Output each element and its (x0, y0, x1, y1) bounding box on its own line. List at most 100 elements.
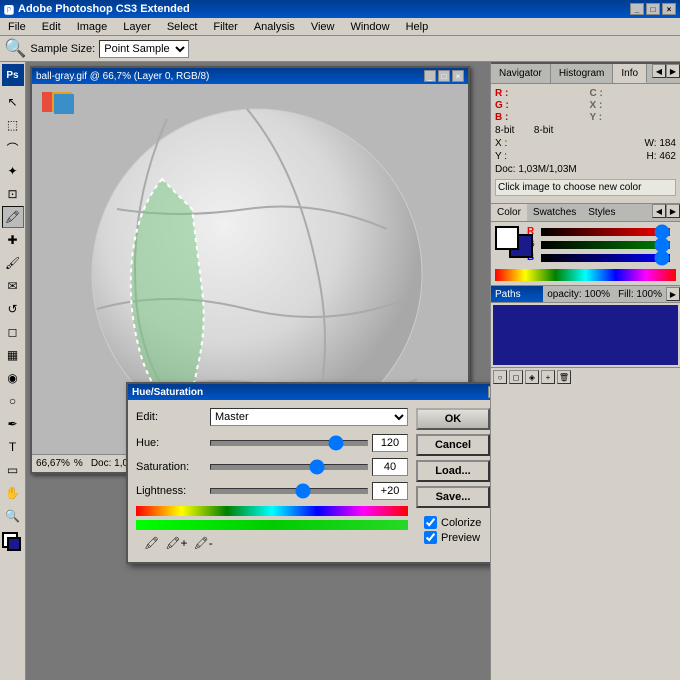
color-panel-scroll-left[interactable]: ◀ (652, 204, 666, 218)
cancel-button[interactable]: Cancel (416, 434, 490, 456)
dialog-right-panel: OK Cancel Load... Save... Colorize Previ… (416, 408, 490, 554)
left-toolbar: Ps ↖ ⬚ ⌒ ✦ ⊡ 🖍 ✚ 🖌 ✉ ↺ ◻ ▦ ◉ ○ ✒ T ▭ ✋ 🔍 (0, 62, 26, 680)
lightness-value[interactable]: +20 (372, 482, 408, 500)
move-tool[interactable]: ↖ (2, 91, 24, 113)
hue-value[interactable]: 120 (372, 434, 408, 452)
hue-slider[interactable] (210, 440, 368, 446)
lasso-tool[interactable]: ⌒ (2, 137, 24, 159)
path-btn-4[interactable]: + (541, 370, 555, 384)
brush-tool[interactable]: 🖌 (2, 252, 24, 274)
zoom-tool[interactable]: 🔍 (2, 505, 24, 527)
path-btn-3[interactable]: ◈ (525, 370, 539, 384)
hand-tool[interactable]: ✋ (2, 482, 24, 504)
tab-styles[interactable]: Styles (582, 204, 621, 221)
r-slider[interactable] (541, 228, 670, 236)
fg-color[interactable] (2, 532, 24, 554)
eyedropper-icon[interactable]: 🖍 (144, 536, 159, 550)
blur-tool[interactable]: ◉ (2, 367, 24, 389)
dialog-close-button[interactable]: × (488, 386, 490, 398)
g-slider-row: G 255 (527, 239, 680, 250)
menu-edit[interactable]: Edit (38, 21, 65, 33)
hue-saturation-dialog: Hue/Saturation × Edit: Master Hue: (126, 382, 490, 564)
dodge-tool[interactable]: ○ (2, 390, 24, 412)
path-btn-1[interactable]: ○ (493, 370, 507, 384)
edit-select[interactable]: Master (210, 408, 408, 426)
paths-content[interactable] (493, 305, 678, 365)
paths-bottom-controls: ○ ◻ ◈ + 🗑 (491, 367, 680, 386)
eyedropper-minus-icon[interactable]: 🖍- (193, 536, 212, 550)
text-tool[interactable]: T (2, 436, 24, 458)
healing-tool[interactable]: ✚ (2, 229, 24, 251)
tab-histogram[interactable]: Histogram (551, 64, 614, 83)
panel-scroll-left[interactable]: ◀ (652, 64, 666, 78)
menu-layer[interactable]: Layer (119, 21, 155, 33)
zoom-level: 66,67% (36, 458, 70, 469)
b-slider[interactable] (541, 254, 670, 262)
info-message: Click image to choose new color (495, 179, 676, 196)
path-btn-5[interactable]: 🗑 (557, 370, 571, 384)
right-panels: Navigator Histogram Info ◀ ▶ R : G : B :… (490, 62, 680, 680)
menu-analysis[interactable]: Analysis (250, 21, 299, 33)
tab-color[interactable]: Color (491, 204, 527, 221)
preview-checkbox[interactable] (424, 531, 437, 544)
menu-help[interactable]: Help (402, 21, 433, 33)
app-title: Adobe Photoshop CS3 Extended (18, 3, 190, 15)
tab-navigator[interactable]: Navigator (491, 64, 551, 83)
pen-tool[interactable]: ✒ (2, 413, 24, 435)
lightness-slider[interactable] (210, 488, 368, 494)
eraser-tool[interactable]: ◻ (2, 321, 24, 343)
lightness-label: Lightness: (136, 485, 206, 497)
menu-view[interactable]: View (307, 21, 339, 33)
saturation-slider[interactable] (210, 464, 368, 470)
save-button[interactable]: Save... (416, 486, 490, 508)
color-spectrum[interactable] (495, 269, 676, 281)
minimize-button[interactable]: _ (630, 3, 644, 15)
menu-image[interactable]: Image (73, 21, 112, 33)
eyedropper-tool[interactable]: 🖍 (2, 206, 24, 228)
sample-size-select[interactable]: Point Sample (99, 40, 189, 58)
path-btn-2[interactable]: ◻ (509, 370, 523, 384)
cy-label: Y : (590, 112, 677, 123)
options-icon: 🔍 (4, 38, 26, 59)
paths-scroll[interactable]: ▶ (666, 287, 680, 301)
menu-filter[interactable]: Filter (209, 21, 241, 33)
fill-value[interactable]: 100% (636, 289, 662, 300)
saturation-value[interactable]: 40 (372, 458, 408, 476)
color-panel-scroll-right[interactable]: ▶ (666, 204, 680, 218)
menu-select[interactable]: Select (163, 21, 202, 33)
doc-close[interactable]: × (452, 70, 464, 82)
load-button[interactable]: Load... (416, 460, 490, 482)
g-slider[interactable] (541, 241, 670, 249)
opacity-value[interactable]: 100% (585, 289, 611, 300)
shape-tool[interactable]: ▭ (2, 459, 24, 481)
tab-info[interactable]: Info (613, 64, 647, 83)
hue-label: Hue: (136, 437, 206, 449)
dialog-title: Hue/Saturation (132, 387, 203, 398)
doc-maximize[interactable]: □ (438, 70, 450, 82)
eyedropper-plus-icon[interactable]: 🖍+ (165, 536, 187, 550)
panel-scroll-right[interactable]: ▶ (666, 64, 680, 78)
color-panel: Color Swatches Styles ◀ ▶ R (491, 204, 680, 286)
tab-swatches[interactable]: Swatches (527, 204, 582, 221)
color-sliders: R 255 G 255 B 255 (527, 226, 680, 265)
clone-tool[interactable]: ✉ (2, 275, 24, 297)
workspace: Ps ↖ ⬚ ⌒ ✦ ⊡ 🖍 ✚ 🖌 ✉ ↺ ◻ ▦ ◉ ○ ✒ T ▭ ✋ 🔍… (0, 62, 680, 680)
menu-window[interactable]: Window (346, 21, 393, 33)
checkboxes-area: Colorize Preview (416, 512, 490, 548)
x-label-info: X : (495, 138, 507, 149)
maximize-button[interactable]: □ (646, 3, 660, 15)
crop-tool[interactable]: ⊡ (2, 183, 24, 205)
ok-button[interactable]: OK (416, 408, 490, 430)
xy-row: X : W: 184 (495, 138, 676, 149)
close-button[interactable]: × (662, 3, 676, 15)
selection-tool[interactable]: ⬚ (2, 114, 24, 136)
info-panel: R : G : B : C : X : Y : 8-bit 8-bit X : … (491, 84, 680, 204)
colorize-checkbox[interactable] (424, 516, 437, 529)
foreground-color-box[interactable] (495, 226, 519, 250)
menu-file[interactable]: File (4, 21, 30, 33)
doc-minimize[interactable]: _ (424, 70, 436, 82)
magic-wand-tool[interactable]: ✦ (2, 160, 24, 182)
history-brush-tool[interactable]: ↺ (2, 298, 24, 320)
ps-icon (42, 92, 82, 133)
gradient-tool[interactable]: ▦ (2, 344, 24, 366)
